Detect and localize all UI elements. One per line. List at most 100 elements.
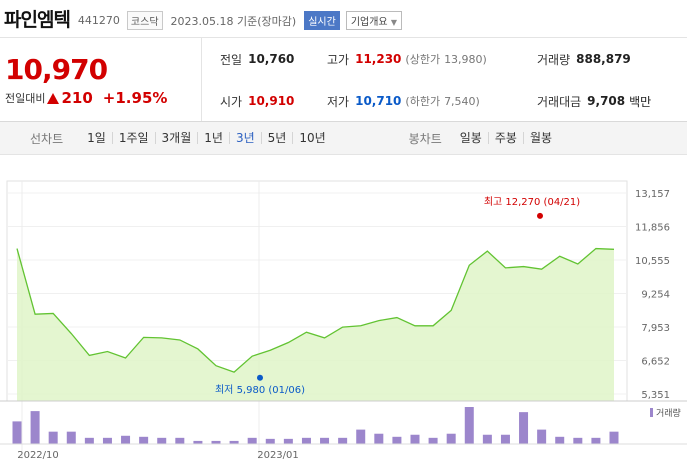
volume-bar: [537, 429, 547, 444]
volume-value: 888,879: [576, 52, 631, 66]
amount-label: 거래대금: [537, 94, 582, 109]
tab-3y[interactable]: 3년: [230, 132, 262, 144]
low-value: 10,710: [355, 94, 402, 108]
volume-bar: [446, 433, 456, 444]
volume-bar: [555, 436, 565, 444]
chevron-down-icon: ▼: [390, 17, 397, 27]
prev-label: 전일: [220, 52, 243, 67]
tab-10y[interactable]: 10년: [293, 132, 331, 144]
current-price: 10,970: [5, 53, 108, 86]
volume-bar: [84, 437, 94, 444]
price-area-fill: [17, 248, 614, 401]
prev-close: 전일 10,760: [220, 38, 327, 80]
volume-bar: [283, 438, 293, 444]
volume: 거래량 888,879: [537, 38, 687, 80]
price-box: 10,970 전일대비 210 +1.95%: [0, 38, 202, 121]
high-label: 고가: [327, 52, 350, 67]
volume-bar: [157, 437, 167, 444]
volume-bar: [356, 429, 366, 444]
quote-grid: 전일 10,760 고가 11,230 (상한가 13,980) 거래량 888,879 …: [202, 38, 687, 121]
candle-chart-label: 봉차트: [408, 131, 442, 146]
amount-unit: 백만: [629, 94, 652, 109]
volume-bar: [464, 407, 474, 444]
open-price: 시가 10,910: [220, 80, 327, 122]
realtime-button[interactable]: 실시간: [304, 10, 340, 30]
high-annotation: 최고 12,270 (04/21): [484, 196, 580, 208]
volume-bar: [320, 437, 330, 444]
high-value: 11,230: [355, 52, 402, 66]
change-line: 전일대비 210 +1.95%: [5, 89, 201, 107]
volume-bar: [12, 421, 22, 444]
x-tick-label: 2022/10: [17, 450, 59, 461]
y-tick-label: 10,555: [635, 256, 670, 267]
volume-bar: [374, 433, 384, 444]
volume-bar: [139, 436, 149, 444]
low-annotation: 최저 5,980 (01/06): [215, 384, 305, 396]
upper-limit-value: 13,980): [444, 52, 487, 66]
market-badge: 코스닥: [126, 10, 163, 30]
chart-tabs: 선차트 1일 1주일 3개월 1년 3년 5년 10년 봉차트 일봉 주봉 월봉: [0, 122, 687, 155]
change-label: 전일대비: [5, 92, 46, 105]
stock-code: 441270: [77, 14, 120, 27]
volume-legend-label: 거래량: [656, 407, 681, 419]
stock-header: 파인엠텍 441270 코스닥 2023.05.18 기준(장마감) 실시간 기…: [0, 0, 687, 38]
upper-limit-label: (상한가: [405, 53, 441, 66]
high-marker: [537, 212, 543, 219]
line-period-tabs: 1일 1주일 3개월 1년 3년 5년 10년: [81, 132, 332, 144]
lower-limit-label: (하한가: [405, 95, 441, 108]
tab-1d[interactable]: 1일: [81, 132, 113, 144]
y-tick-label: 6,652: [641, 357, 670, 368]
volume-bar: [175, 437, 185, 444]
volume-bar: [519, 412, 529, 444]
volume-bar: [66, 431, 76, 444]
candle-period-tabs: 일봉 주봉 월봉: [454, 132, 558, 144]
volume-bar: [500, 434, 510, 444]
tab-monthly[interactable]: 월봉: [524, 132, 558, 144]
volume-bar: [30, 411, 40, 444]
tab-daily[interactable]: 일봉: [454, 132, 489, 144]
volume-bar: [48, 431, 58, 444]
quote-panel: 10,970 전일대비 210 +1.95% 전일 10,760 고가 11,230…: [0, 38, 687, 122]
volume-bar: [573, 437, 583, 444]
company-info-dropdown[interactable]: 기업개요 ▼: [345, 10, 402, 30]
company-info-label: 기업개요: [350, 16, 388, 28]
price-chart[interactable]: 13,157 11,856 10,555 9,254 7,953 6,652 5,351 최고…: [0, 157, 687, 464]
volume-bar: [410, 434, 420, 444]
tab-5y[interactable]: 5년: [262, 132, 294, 144]
change-percent: +1.95%: [102, 89, 168, 107]
low-price: 저가 10,710 (하한가 7,540): [327, 80, 537, 122]
open-value: 10,910: [248, 94, 295, 108]
up-triangle-icon: [47, 92, 60, 104]
amount-value: 9,708: [587, 94, 626, 108]
line-chart-label: 선차트: [30, 131, 64, 146]
y-tick-label: 7,953: [641, 323, 670, 334]
volume-bar: [428, 437, 438, 444]
prev-value: 10,760: [248, 52, 295, 66]
tab-1y[interactable]: 1년: [198, 132, 230, 144]
open-label: 시가: [220, 94, 243, 109]
low-label: 저가: [327, 94, 350, 109]
quote-date: 2023.05.18 기준(장마감): [170, 14, 297, 28]
volume-label: 거래량: [537, 52, 571, 67]
price-chart-svg: 13,157 11,856 10,555 9,254 7,953 6,652 5,351 최고…: [0, 180, 687, 461]
volume-bar: [102, 437, 112, 444]
volume-bar: [265, 438, 275, 444]
volume-bar: [247, 437, 257, 444]
lower-limit-value: 7,540): [444, 94, 480, 108]
tab-3m[interactable]: 3개월: [156, 132, 199, 144]
y-tick-label: 11,856: [635, 223, 670, 234]
volume-bar: [301, 437, 311, 444]
x-tick-label: 2023/01: [257, 450, 299, 461]
change-value: 210: [61, 89, 93, 107]
volume-legend-swatch: [650, 408, 653, 417]
volume-bar: [121, 435, 131, 444]
low-marker: [257, 374, 263, 381]
high-price: 고가 11,230 (상한가 13,980): [327, 38, 537, 80]
tab-1w[interactable]: 1주일: [113, 132, 156, 144]
trade-amount: 거래대금 9,708 백만: [537, 80, 687, 122]
volume-bar: [392, 436, 402, 444]
stock-name: 파인엠텍: [4, 9, 71, 31]
y-tick-label: 9,254: [641, 290, 670, 301]
y-tick-label: 13,157: [635, 189, 670, 200]
tab-weekly[interactable]: 주봉: [489, 132, 524, 144]
